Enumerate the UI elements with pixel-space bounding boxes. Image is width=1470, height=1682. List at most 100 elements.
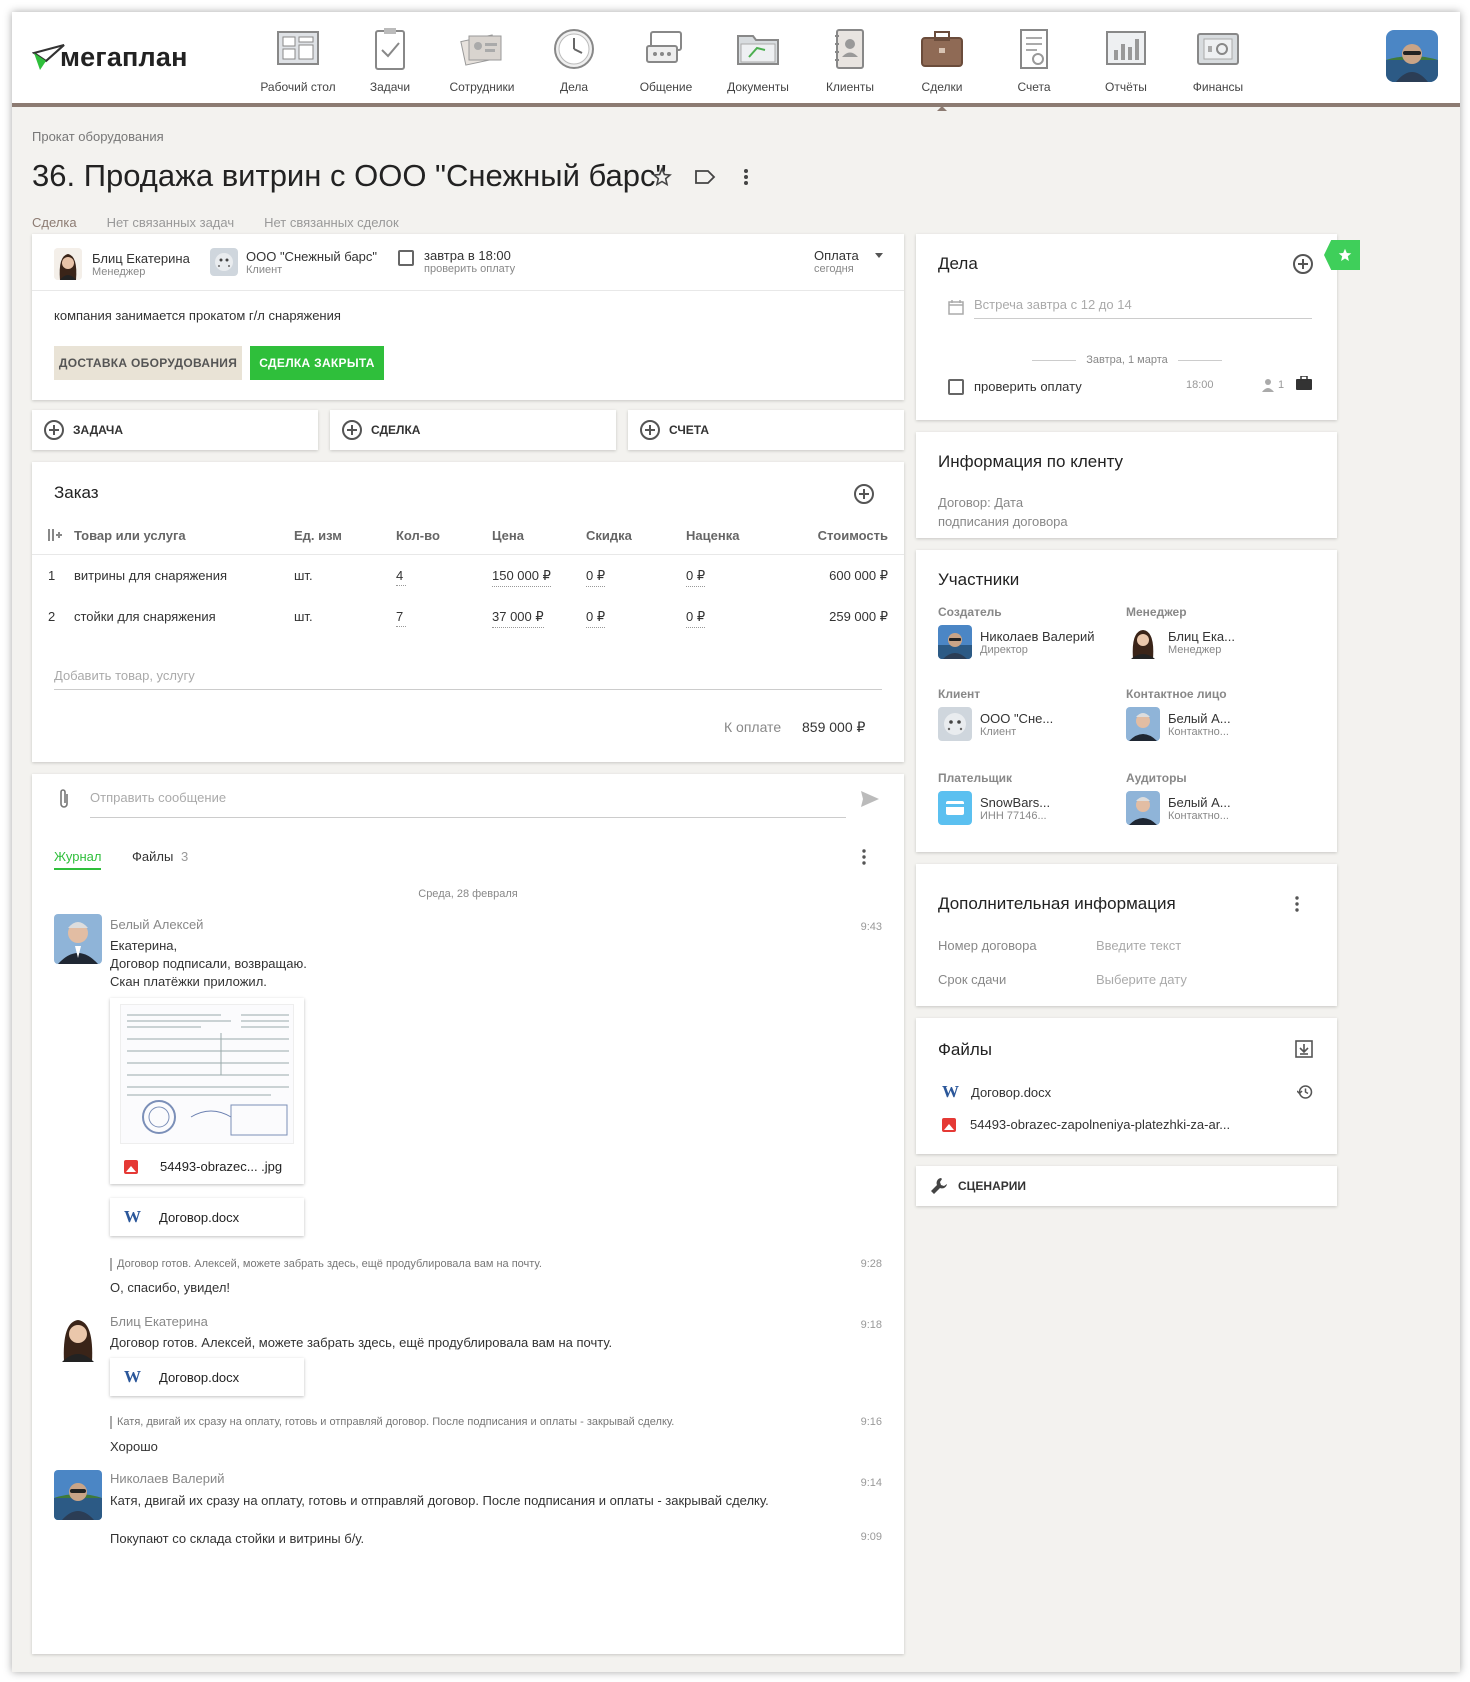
tab-journal[interactable]: Журнал [54,849,102,870]
tab-files-count: 3 [180,849,189,864]
paperclip-icon[interactable] [58,788,70,810]
row-discount[interactable]: 0 ₽ [586,568,606,587]
col-header-discount[interactable]: Скидка [586,528,632,543]
row-markup[interactable]: 0 ₽ [686,568,706,587]
affair-input[interactable]: Встреча завтра с 12 до 14 [974,297,1312,319]
tasks-icon [375,28,405,70]
col-header-item[interactable]: Товар или услуга [74,528,186,543]
row-markup[interactable]: 0 ₽ [686,609,706,628]
add-affair-icon[interactable] [1293,254,1313,274]
star-icon[interactable] [652,167,672,187]
entry-author[interactable]: Белый Алексей [110,917,203,932]
participant-contact[interactable]: Контактное лицо Белый А... Контактно... [1126,687,1231,741]
more-vert-icon[interactable] [1293,896,1301,912]
wrench-icon [931,1178,947,1194]
tag-icon[interactable] [694,167,716,187]
nav-tasks[interactable]: Задачи [344,12,436,107]
word-doc-icon: W [124,1367,141,1386]
todo-checkbox[interactable] [398,250,414,266]
participant-sub: Контактно... [1168,725,1229,738]
col-header-markup[interactable]: Наценка [686,528,739,543]
file-item[interactable]: W Договор.docx [942,1082,1051,1102]
logo[interactable]: мегаплан [32,42,188,73]
affair-item-text[interactable]: проверить оплату [974,379,1082,394]
add-circle-icon [44,420,64,440]
row-discount[interactable]: 0 ₽ [586,609,606,628]
nav-deals[interactable]: Сделки [896,12,988,107]
author-avatar[interactable] [54,914,102,964]
author-avatar[interactable] [54,1470,102,1520]
add-invoice-button[interactable]: СЧЕТА [628,410,904,450]
row-unit[interactable]: шт. [294,609,313,624]
row-price[interactable]: 37 000 ₽ [492,609,544,628]
row-unit[interactable]: шт. [294,568,313,583]
nav-finance[interactable]: Финансы [1172,12,1264,107]
nav-invoices[interactable]: Счета [988,12,1080,107]
affair-checkbox[interactable] [948,379,964,395]
participant-auditor[interactable]: Аудиторы Белый А... Контактно... [1126,771,1231,825]
calendar-icon [948,300,964,315]
deal-client[interactable]: ООО "Снежный барс" Клиент [210,248,377,276]
col-header-total[interactable]: Стоимость [818,528,888,543]
row-item-name[interactable]: витрины для снаряжения [74,568,227,583]
user-avatar[interactable] [1386,30,1438,82]
row-qty[interactable]: 7 [396,609,406,627]
add-task-button[interactable]: ЗАДАЧА [32,410,318,450]
deal-manager[interactable]: Блиц Екатерина Менеджер [54,248,190,280]
participant-payer[interactable]: Плательщик SnowBars... ИНН 77146... [938,771,1050,825]
nav-documents[interactable]: Документы [712,12,804,107]
nav-desktop[interactable]: Рабочий стол [252,12,344,107]
add-order-item-icon[interactable] [854,484,874,504]
desktop-icon [277,31,319,65]
col-header-qty[interactable]: Кол-во [396,528,440,543]
row-price[interactable]: 150 000 ₽ [492,568,551,587]
file-item[interactable]: 54493-obrazec-zapolneniya-platezhki-za-a… [942,1117,1230,1132]
nav-reports[interactable]: Отчёты [1080,12,1172,107]
extra-input-contract[interactable]: Введите текст [1096,938,1181,953]
attachment-docx[interactable]: W Договор.docx [110,1358,304,1396]
stage-selector[interactable]: Оплата сегодня [814,248,883,275]
entry-quote: Катя, двигай их сразу на оплату, готовь … [110,1416,674,1429]
nav-clients[interactable]: Клиенты [804,12,896,107]
col-header-price[interactable]: Цена [492,528,524,543]
to-pay-value: 859 000 ₽ [802,719,866,735]
entry-author[interactable]: Николаев Валерий [110,1471,224,1486]
send-icon[interactable] [860,790,880,808]
entry-author[interactable]: Блиц Екатерина [110,1314,208,1329]
logo-text: мегаплан [60,42,188,72]
invoice-icon [1020,29,1048,69]
main-nav: Рабочий стол Задачи Сотрудники Дела Обще… [252,12,1264,107]
nav-chat[interactable]: Общение [620,12,712,107]
history-icon[interactable] [1297,1084,1313,1100]
extra-input-deadline[interactable]: Выберите дату [1096,972,1187,987]
more-vert-icon[interactable] [738,167,754,187]
participant-manager[interactable]: Менеджер Блиц Ека... Менеджер [1126,605,1235,659]
participant-client[interactable]: Клиент ООО "Сне... Клиент [938,687,1053,741]
deal-closed-button[interactable]: СДЕЛКА ЗАКРЫТА [250,346,384,380]
favorite-star-tab[interactable] [1324,240,1360,270]
breadcrumb[interactable]: Прокат оборудования [32,129,164,144]
download-icon[interactable] [1295,1040,1313,1058]
entry-time: 9:14 [860,1477,882,1489]
add-item-input[interactable]: Добавить товар, услугу [54,668,882,690]
attachment-name: Договор.docx [159,1369,240,1385]
participant-creator[interactable]: Создатель Николаев Валерий Директор [938,605,1094,659]
extra-info-title: Дополнительная информация [938,894,1176,913]
stage-delivery-button[interactable]: ДОСТАВКА ОБОРУДОВАНИЯ [54,346,242,380]
add-deal-button[interactable]: СДЕЛКА [330,410,616,450]
nav-employees[interactable]: Сотрудники [436,12,528,107]
message-input[interactable]: Отправить сообщение [90,790,846,818]
tab-files[interactable]: Файлы 3 [132,849,188,864]
attachment-jpg[interactable]: 54493-obrazec... .jpg [110,998,304,1184]
attachment-docx[interactable]: W Договор.docx [110,1198,304,1236]
row-qty[interactable]: 4 [396,568,406,586]
client-name: ООО "Снежный барс" [246,248,378,264]
col-header-unit[interactable]: Ед. изм [294,528,342,543]
author-avatar[interactable] [54,1312,102,1362]
scenarios-button[interactable]: СЦЕНАРИИ [916,1166,1337,1206]
row-item-name[interactable]: стойки для снаряжения [74,609,216,624]
participant-avatar [938,625,972,659]
more-vert-icon[interactable] [860,849,868,865]
columns-settings-icon[interactable] [48,529,62,541]
nav-affairs[interactable]: Дела [528,12,620,107]
